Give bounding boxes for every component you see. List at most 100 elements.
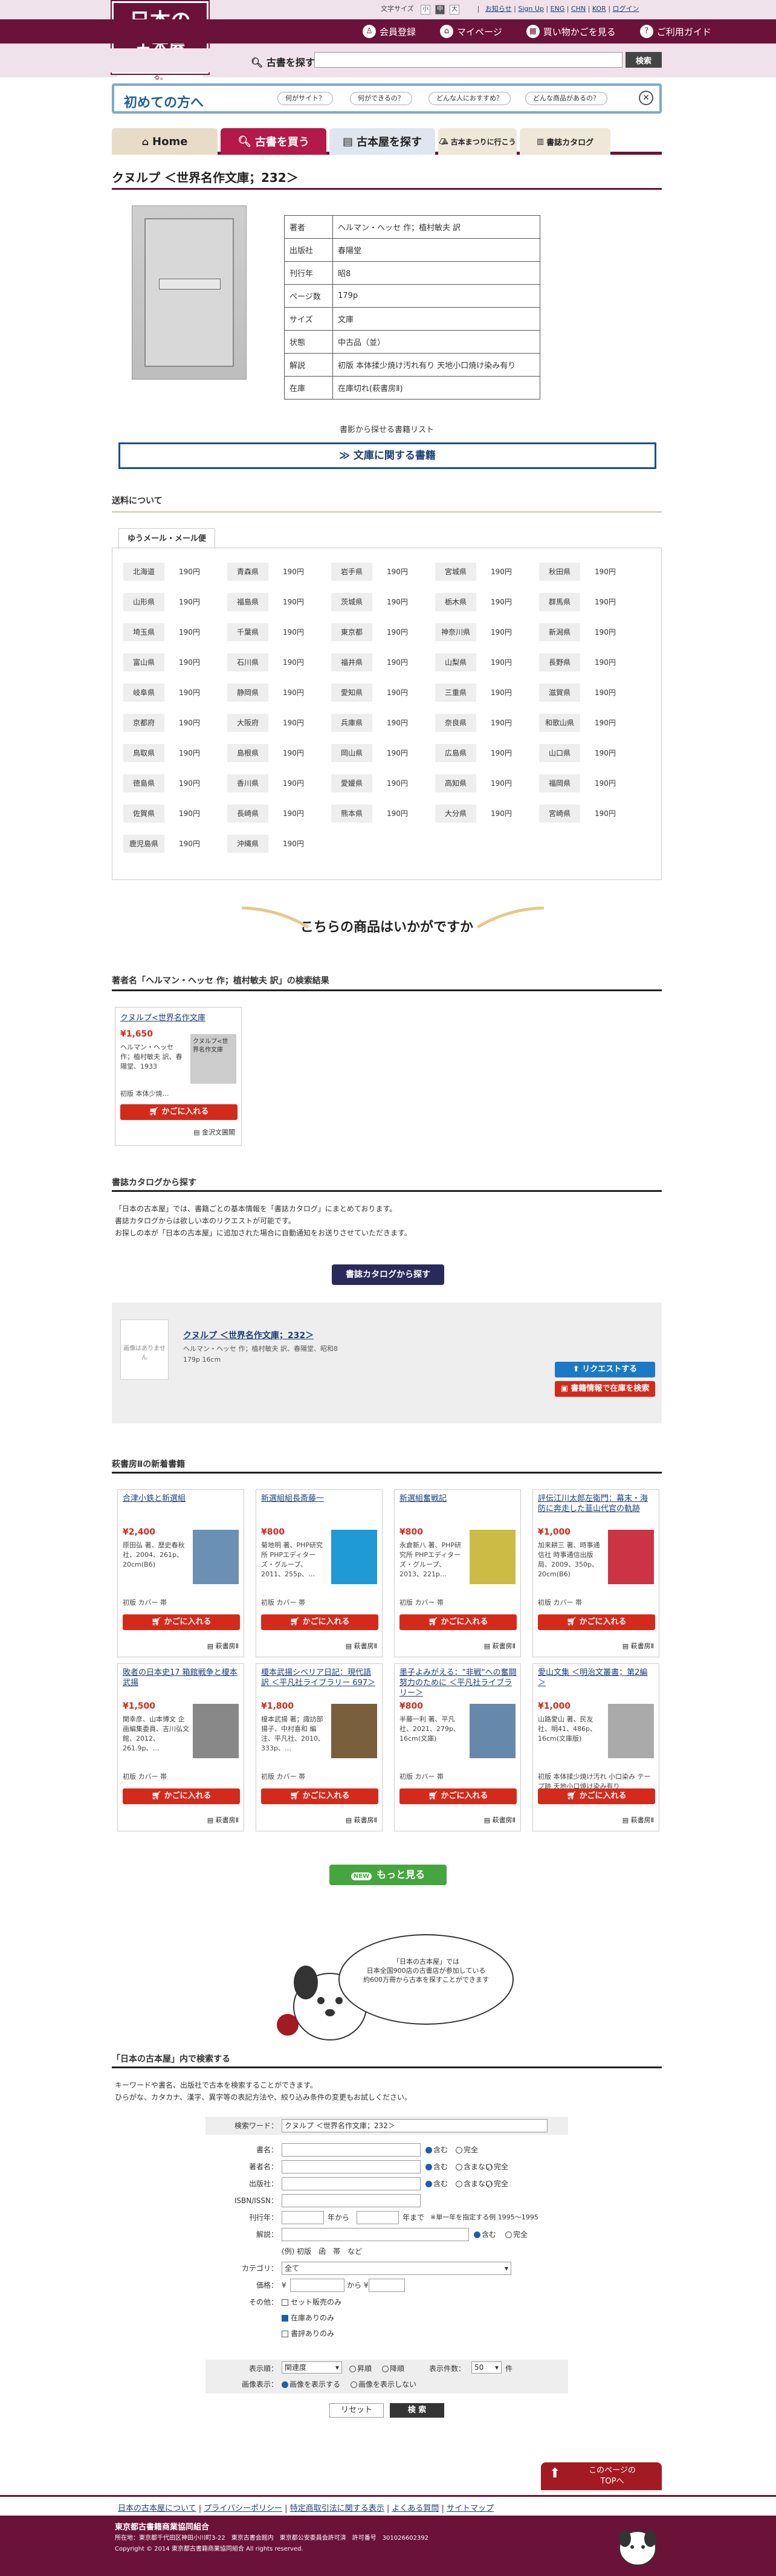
new-arrival-shop[interactable]: ▤ 萩書房Ⅱ: [346, 1641, 377, 1651]
link-kor[interactable]: KOR: [592, 5, 606, 13]
author-result-shop[interactable]: ▤ 金沢文圃閣: [193, 1127, 235, 1137]
search-field-radio[interactable]: 含む: [425, 2176, 448, 2192]
request-button[interactable]: ⬆ リクエストする: [555, 1362, 655, 1377]
category-select[interactable]: 全て ▾: [282, 2262, 511, 2275]
link-signup[interactable]: Sign Up: [518, 5, 544, 13]
catalog-search-button[interactable]: 書誌カタログから探す: [332, 1264, 444, 1285]
price-from-input[interactable]: [290, 2279, 344, 2292]
link-eng[interactable]: ENG: [551, 5, 565, 13]
search-field-input[interactable]: [282, 2143, 421, 2157]
new-arrival-shop[interactable]: ▤ 萩書房Ⅱ: [622, 1641, 654, 1651]
author-result-image[interactable]: クヌルプ<世界名作文庫: [190, 1034, 236, 1084]
beginner-question-1[interactable]: 何がサイト？: [277, 92, 333, 105]
new-arrival-image[interactable]: [470, 1530, 516, 1584]
price-to-input[interactable]: [369, 2279, 405, 2292]
nav-register[interactable]: ♙ 会員登録: [363, 25, 416, 38]
tab-home[interactable]: ⌂ Home: [112, 128, 218, 155]
link-chn[interactable]: CHN: [571, 5, 586, 13]
link-news[interactable]: お知らせ: [485, 5, 512, 13]
shipping-tab-mail[interactable]: ゆうメール・メール便: [118, 528, 216, 549]
font-size-small[interactable]: 小: [421, 5, 431, 15]
footer-link-law[interactable]: 特定商取引法に関する表示: [290, 2504, 384, 2513]
new-arrival-image[interactable]: [193, 1704, 239, 1758]
book-cover-image[interactable]: [132, 205, 247, 380]
new-arrival-title[interactable]: 敗者の日本史17 箱館戦争と榎本武揚: [123, 1668, 240, 1688]
new-arrival-title[interactable]: 榎本武揚シベリア日記：現代語訳 ＜平凡社ライブラリー 697＞: [261, 1668, 378, 1688]
new-arrival-cart-button[interactable]: 🛒︎ かごに入れる: [261, 1788, 378, 1804]
new-arrival-shop[interactable]: ▤ 萩書房Ⅱ: [207, 1815, 239, 1825]
new-arrival-cart-button[interactable]: 🛒︎ かごに入れる: [538, 1788, 655, 1804]
new-arrival-image[interactable]: [470, 1704, 516, 1758]
desc-radio-exact[interactable]: 完全: [505, 2227, 528, 2242]
tab-shops[interactable]: ▤ 古本屋を探す: [329, 128, 435, 155]
genre-books-button[interactable]: ≫ 文庫に関する書籍: [118, 442, 656, 469]
beginner-question-4[interactable]: どんな商品があるの？: [525, 92, 607, 105]
header-search-button[interactable]: 検索: [626, 52, 662, 68]
cover-list-link[interactable]: 書影から探せる書籍リスト: [112, 423, 662, 435]
footer-link-faq[interactable]: よくある質問: [392, 2504, 439, 2513]
search-field-radio[interactable]: 完全: [486, 2176, 508, 2192]
new-arrival-image[interactable]: [608, 1530, 654, 1584]
search-field-input[interactable]: [282, 2194, 421, 2207]
search-submit-button[interactable]: 検 索: [390, 2403, 444, 2418]
nav-guide[interactable]: ? ご利用ガイド: [639, 25, 711, 38]
new-arrival-title[interactable]: 新選組組長斎藤一: [261, 1493, 378, 1504]
more-button[interactable]: NEW もっと見る: [329, 1865, 447, 1885]
new-arrival-image[interactable]: [193, 1530, 239, 1584]
year-to-input[interactable]: [357, 2211, 399, 2224]
author-result-cart-button[interactable]: 🛒︎ かごに入れる: [120, 1104, 238, 1120]
footer-link-about[interactable]: 日本の古本屋について: [118, 2504, 196, 2513]
new-arrival-cart-button[interactable]: 🛒︎ かごに入れる: [399, 1614, 517, 1630]
new-arrival-shop[interactable]: ▤ 萩書房Ⅱ: [346, 1815, 377, 1825]
search-field-input[interactable]: [282, 2177, 421, 2190]
search-field-radio[interactable]: 含む: [425, 2142, 448, 2158]
new-arrival-shop[interactable]: ▤ 萩書房Ⅱ: [484, 1641, 516, 1651]
new-arrival-title[interactable]: 新選組奮戦記: [399, 1493, 517, 1504]
new-arrival-title[interactable]: 墨子よみがえる："非戦"への奮闘努力のために ＜平凡社ライブラリー＞: [399, 1668, 517, 1698]
new-arrival-image[interactable]: [331, 1530, 377, 1584]
new-arrival-cart-button[interactable]: 🛒︎ かごに入れる: [123, 1788, 240, 1804]
new-arrival-cart-button[interactable]: 🛒︎ かごに入れる: [399, 1788, 517, 1804]
other-option-checkbox[interactable]: 在庫ありのみ: [282, 2310, 334, 2326]
new-arrival-cart-button[interactable]: 🛒︎ かごに入れる: [261, 1614, 378, 1630]
search-field-input[interactable]: [282, 2160, 421, 2173]
order-asc-radio[interactable]: 昇順: [349, 2363, 372, 2374]
order-desc-radio[interactable]: 降順: [382, 2363, 404, 2374]
back-to-top-button[interactable]: ⬆ このページの TOPへ: [541, 2462, 662, 2490]
keyword-input[interactable]: クヌルプ ＜世界名作文庫；232＞: [282, 2119, 548, 2132]
other-option-checkbox[interactable]: セット販売のみ: [282, 2294, 341, 2310]
font-size-medium[interactable]: 中: [435, 5, 445, 15]
search-field-radio[interactable]: 完全: [456, 2142, 478, 2158]
tab-festival[interactable]: ⛺︎ 古本まつりに行こう: [438, 128, 517, 155]
image-show-radio[interactable]: 画像を表示する: [282, 2379, 340, 2389]
notify-button[interactable]: ▣ 書籍情報で在庫を検索: [555, 1381, 655, 1397]
author-result-title[interactable]: クヌルプ<世界名作文庫: [120, 1011, 205, 1023]
footer-link-sitemap[interactable]: サイトマップ: [447, 2504, 494, 2513]
new-arrival-image[interactable]: [608, 1704, 654, 1758]
close-icon[interactable]: ✕: [639, 91, 653, 105]
order-select[interactable]: 関連度 ▾: [282, 2361, 342, 2374]
tab-catalog[interactable]: ▥ 書誌カタログ: [520, 128, 610, 155]
nav-cart[interactable]: ▦ 買い物かごを見る: [526, 25, 616, 38]
reset-button[interactable]: リセット: [329, 2403, 384, 2418]
new-arrival-image[interactable]: [331, 1704, 377, 1758]
year-from-input[interactable]: [282, 2211, 324, 2224]
new-arrival-shop[interactable]: ▤ 萩書房Ⅱ: [207, 1641, 239, 1651]
new-arrival-cart-button[interactable]: 🛒︎ かごに入れる: [538, 1614, 655, 1630]
desc-input[interactable]: [282, 2228, 469, 2241]
tab-buy[interactable]: 🔍︎ 古書を買う: [221, 128, 326, 155]
beginner-question-3[interactable]: どんな人におすすめ？: [428, 92, 511, 105]
font-size-large[interactable]: 大: [450, 5, 460, 15]
beginner-question-2[interactable]: 何ができるの？: [350, 92, 412, 105]
new-arrival-title[interactable]: 愛山文集 ＜明治文叢書；第2編＞: [538, 1668, 655, 1688]
new-arrival-shop[interactable]: ▤ 萩書房Ⅱ: [622, 1815, 654, 1825]
count-select[interactable]: 50 ▾: [471, 2361, 502, 2374]
desc-radio-contains[interactable]: 含む: [474, 2227, 496, 2242]
other-option-checkbox[interactable]: 書評ありのみ: [282, 2326, 334, 2341]
new-arrival-title[interactable]: 合津小鉄と新選組: [123, 1493, 240, 1504]
new-arrival-shop[interactable]: ▤ 萩書房Ⅱ: [484, 1815, 516, 1825]
search-field-radio[interactable]: 含む: [425, 2159, 448, 2175]
header-search-input[interactable]: [314, 52, 622, 68]
link-login[interactable]: ログイン: [613, 5, 639, 13]
search-field-radio[interactable]: 完全: [486, 2159, 508, 2175]
